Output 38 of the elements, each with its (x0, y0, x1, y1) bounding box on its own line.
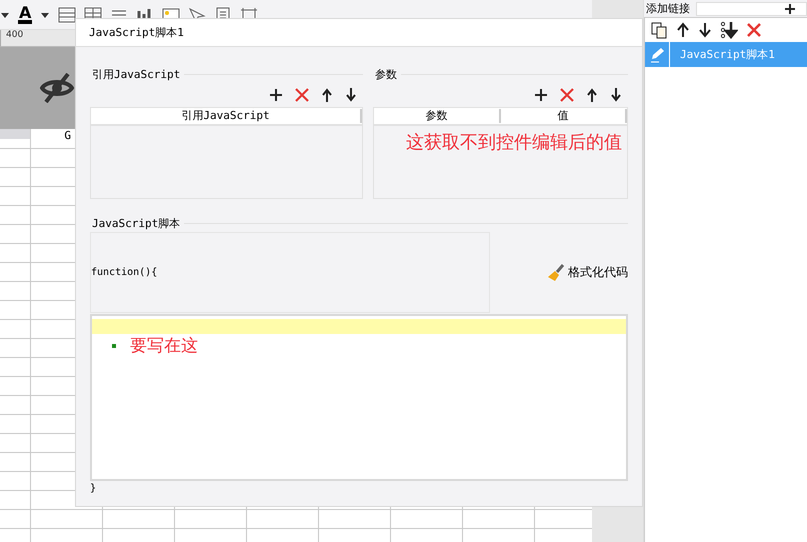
delete-icon[interactable] (295, 88, 309, 102)
delete-icon[interactable] (560, 88, 574, 102)
section-title: 引用JavaScript (92, 66, 180, 82)
move-bottom-icon[interactable] (720, 21, 738, 39)
arrow-up-icon[interactable] (676, 22, 690, 38)
column-header: G (30, 129, 75, 148)
column-header: 引用JavaScript (91, 109, 362, 123)
section-title: JavaScript脚本 (92, 216, 180, 230)
annotation-text: 这获取不到控件编辑后的值 (406, 131, 622, 154)
annotation-text: 要写在这 (130, 335, 198, 357)
code-line: function(){ (91, 267, 158, 278)
font-color-button[interactable]: A (18, 6, 32, 24)
arrow-up-icon[interactable] (321, 88, 333, 102)
column-header: 值 (500, 109, 627, 123)
column-header: 参数 (374, 109, 500, 123)
eye-slash-icon[interactable] (40, 73, 74, 103)
code-line: } (90, 483, 96, 494)
pencil-icon (649, 46, 665, 62)
add-dropdown[interactable] (696, 2, 807, 16)
table-icon[interactable] (58, 6, 76, 22)
dialog-title: JavaScript脚本1 (76, 19, 642, 47)
delete-icon[interactable] (746, 22, 762, 38)
caret-icon[interactable] (40, 10, 50, 18)
plus-icon[interactable] (534, 88, 548, 102)
arrow-down-icon[interactable] (345, 88, 357, 102)
arrow-up-icon[interactable] (586, 88, 598, 102)
code-editor[interactable]: 要写在这 (90, 314, 628, 481)
caret-icon[interactable] (0, 10, 10, 18)
copy-icon[interactable] (650, 21, 668, 39)
plus-icon (784, 2, 796, 14)
panel-title: 添加链接 (645, 1, 690, 16)
section-title: 参数 (375, 66, 397, 82)
broom-icon (547, 264, 565, 282)
arrow-down-icon[interactable] (610, 88, 622, 102)
ruler-label: 400 (6, 30, 24, 40)
plus-icon[interactable] (269, 88, 283, 102)
arrow-down-icon[interactable] (698, 22, 712, 38)
format-code-button[interactable]: 格式化代码 (547, 264, 628, 282)
